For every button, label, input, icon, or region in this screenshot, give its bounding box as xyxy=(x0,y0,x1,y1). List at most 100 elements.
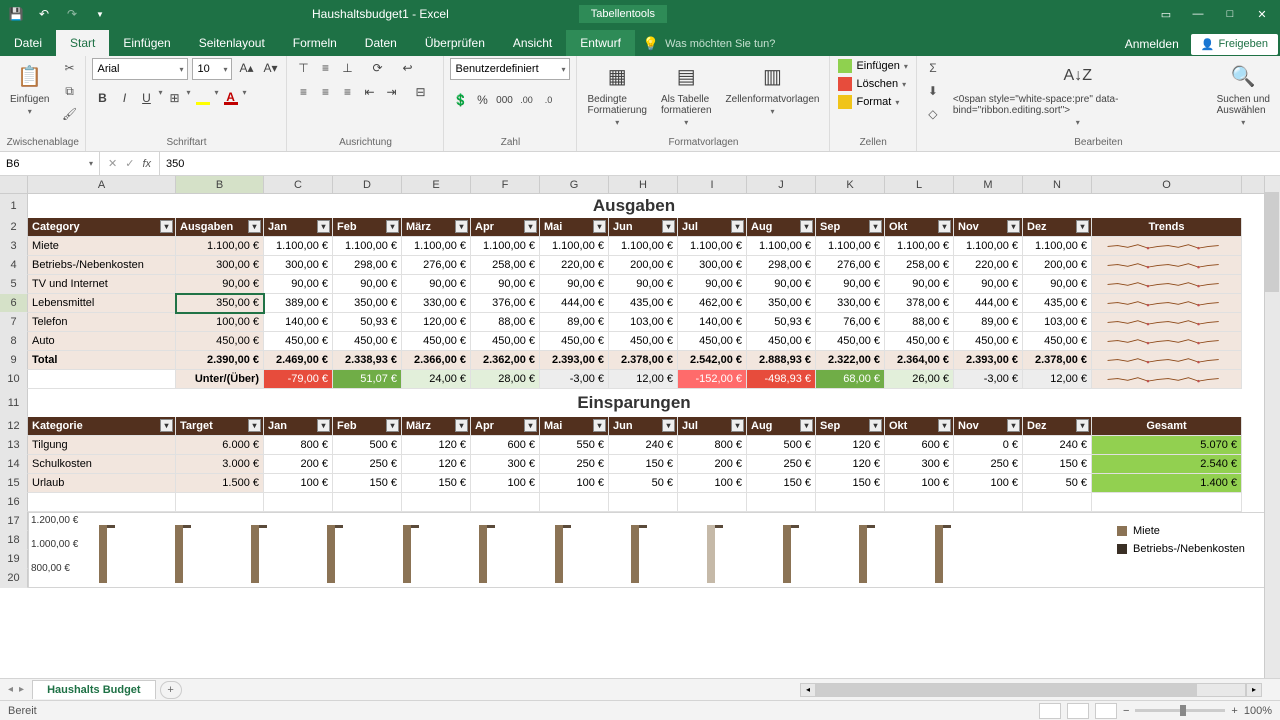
filter-icon[interactable]: ▾ xyxy=(662,419,675,432)
cell-styles-button[interactable]: ▥Zellenformatvorlagen▾ xyxy=(722,58,824,118)
minimize-icon[interactable]: — xyxy=(1184,3,1212,25)
table-header[interactable]: Aug▾ xyxy=(747,218,816,237)
value-cell[interactable]: 103,00 € xyxy=(1023,313,1092,332)
value-cell[interactable]: 276,00 € xyxy=(402,256,471,275)
diff-cell[interactable]: -3,00 € xyxy=(954,370,1023,389)
value-cell[interactable]: 1.100,00 € xyxy=(885,237,954,256)
col-header-E[interactable]: E xyxy=(402,176,471,193)
cell[interactable]: 50 € xyxy=(609,474,678,493)
filter-icon[interactable]: ▾ xyxy=(593,419,606,432)
row-header[interactable]: 11 xyxy=(0,389,28,417)
value-cell[interactable]: 90,00 € xyxy=(816,275,885,294)
fx-icon[interactable]: fx xyxy=(142,158,151,170)
fill-color-button[interactable] xyxy=(193,88,213,108)
format-as-table-button[interactable]: ▤Als Tabelle formatieren▾ xyxy=(657,58,716,129)
cell[interactable]: Schulkosten xyxy=(28,455,176,474)
cell[interactable] xyxy=(609,493,678,512)
increase-decimal-icon[interactable]: .00 xyxy=(516,90,536,110)
col-header-G[interactable]: G xyxy=(540,176,609,193)
filter-icon[interactable]: ▾ xyxy=(386,220,399,233)
filter-icon[interactable]: ▾ xyxy=(248,419,261,432)
font-color-button[interactable]: A xyxy=(221,88,241,108)
cell[interactable]: 6.000 € xyxy=(176,436,264,455)
filter-icon[interactable]: ▾ xyxy=(593,220,606,233)
save-icon[interactable]: 💾 xyxy=(4,3,28,25)
insert-cells-button[interactable]: Einfügen▾ xyxy=(836,58,909,74)
cell[interactable]: Urlaub xyxy=(28,474,176,493)
font-size-combo[interactable]: 10▾ xyxy=(192,58,232,80)
cell[interactable]: 100 € xyxy=(264,474,333,493)
row-header[interactable]: 4 xyxy=(0,256,28,275)
table-header[interactable]: Feb▾ xyxy=(333,417,402,436)
value-cell[interactable]: 1.100,00 € xyxy=(333,237,402,256)
filter-icon[interactable]: ▾ xyxy=(800,220,813,233)
table-header[interactable]: Kategorie▾ xyxy=(28,417,176,436)
enter-formula-icon[interactable]: ✓ xyxy=(125,157,134,170)
select-all-corner[interactable] xyxy=(0,176,28,193)
table-header[interactable]: Jan▾ xyxy=(264,417,333,436)
filter-icon[interactable]: ▾ xyxy=(731,220,744,233)
table-header[interactable]: Apr▾ xyxy=(471,417,540,436)
cell[interactable]: 240 € xyxy=(1023,436,1092,455)
row-header[interactable]: 1 xyxy=(0,194,28,218)
cell[interactable] xyxy=(1092,389,1242,417)
format-painter-icon[interactable]: 🖌 xyxy=(59,104,79,124)
sparkline-cell[interactable] xyxy=(1092,370,1242,389)
col-header-L[interactable]: L xyxy=(885,176,954,193)
value-cell[interactable]: 90,00 € xyxy=(747,275,816,294)
value-cell[interactable]: 450,00 € xyxy=(471,332,540,351)
value-cell[interactable]: 90,00 € xyxy=(609,275,678,294)
cancel-formula-icon[interactable]: ✕ xyxy=(108,157,117,170)
cell[interactable]: 120 € xyxy=(816,436,885,455)
category-cell[interactable]: Auto xyxy=(28,332,176,351)
cell[interactable]: 250 € xyxy=(747,455,816,474)
value-cell[interactable]: 103,00 € xyxy=(609,313,678,332)
cell[interactable]: 2.338,93 € xyxy=(333,351,402,370)
value-cell[interactable]: 1.100,00 € xyxy=(540,237,609,256)
cell[interactable]: 50 € xyxy=(1023,474,1092,493)
value-cell[interactable]: 90,00 € xyxy=(333,275,402,294)
cell[interactable]: 2.888,93 € xyxy=(747,351,816,370)
table-header[interactable]: Jun▾ xyxy=(609,218,678,237)
cell[interactable]: 2.390,00 € xyxy=(176,351,264,370)
qat-customize-icon[interactable]: ▼ xyxy=(88,3,112,25)
budget-cell[interactable]: 90,00 € xyxy=(176,275,264,294)
value-cell[interactable]: 450,00 € xyxy=(954,332,1023,351)
value-cell[interactable]: 1.100,00 € xyxy=(816,237,885,256)
cell[interactable]: 150 € xyxy=(333,474,402,493)
value-cell[interactable]: 258,00 € xyxy=(471,256,540,275)
diff-cell[interactable]: -79,00 € xyxy=(264,370,333,389)
cell[interactable]: 100 € xyxy=(678,474,747,493)
value-cell[interactable]: 90,00 € xyxy=(954,275,1023,294)
filter-icon[interactable]: ▾ xyxy=(160,419,173,432)
col-header-O[interactable]: O xyxy=(1092,176,1242,193)
horizontal-scrollbar[interactable]: ◂▸ xyxy=(800,683,1280,697)
tab-view[interactable]: Ansicht xyxy=(499,30,566,56)
delete-cells-button[interactable]: Löschen▾ xyxy=(836,76,909,92)
value-cell[interactable]: 1.100,00 € xyxy=(471,237,540,256)
col-header-M[interactable]: M xyxy=(954,176,1023,193)
table-header[interactable]: Target▾ xyxy=(176,417,264,436)
row-header[interactable]: 20 xyxy=(0,569,28,588)
value-cell[interactable]: 450,00 € xyxy=(609,332,678,351)
filter-icon[interactable]: ▾ xyxy=(1007,220,1020,233)
cell[interactable] xyxy=(678,493,747,512)
align-center-icon[interactable]: ≡ xyxy=(315,82,335,102)
cell[interactable] xyxy=(28,389,176,417)
budget-cell[interactable]: 100,00 € xyxy=(176,313,264,332)
table-header[interactable]: Aug▾ xyxy=(747,417,816,436)
cell[interactable] xyxy=(176,493,264,512)
filter-icon[interactable]: ▾ xyxy=(869,220,882,233)
cell[interactable] xyxy=(954,493,1023,512)
category-cell[interactable]: Betriebs-/Nebenkosten xyxy=(28,256,176,275)
value-cell[interactable]: 378,00 € xyxy=(885,294,954,313)
value-cell[interactable]: 298,00 € xyxy=(747,256,816,275)
cell[interactable]: 2.393,00 € xyxy=(954,351,1023,370)
value-cell[interactable]: 90,00 € xyxy=(885,275,954,294)
share-button[interactable]: 👤 Freigeben xyxy=(1191,34,1278,55)
budget-cell[interactable]: 300,00 € xyxy=(176,256,264,275)
cell[interactable]: 600 € xyxy=(471,436,540,455)
accounting-format-icon[interactable]: 💲 xyxy=(450,90,470,110)
value-cell[interactable]: 1.100,00 € xyxy=(402,237,471,256)
cell[interactable] xyxy=(28,370,176,389)
